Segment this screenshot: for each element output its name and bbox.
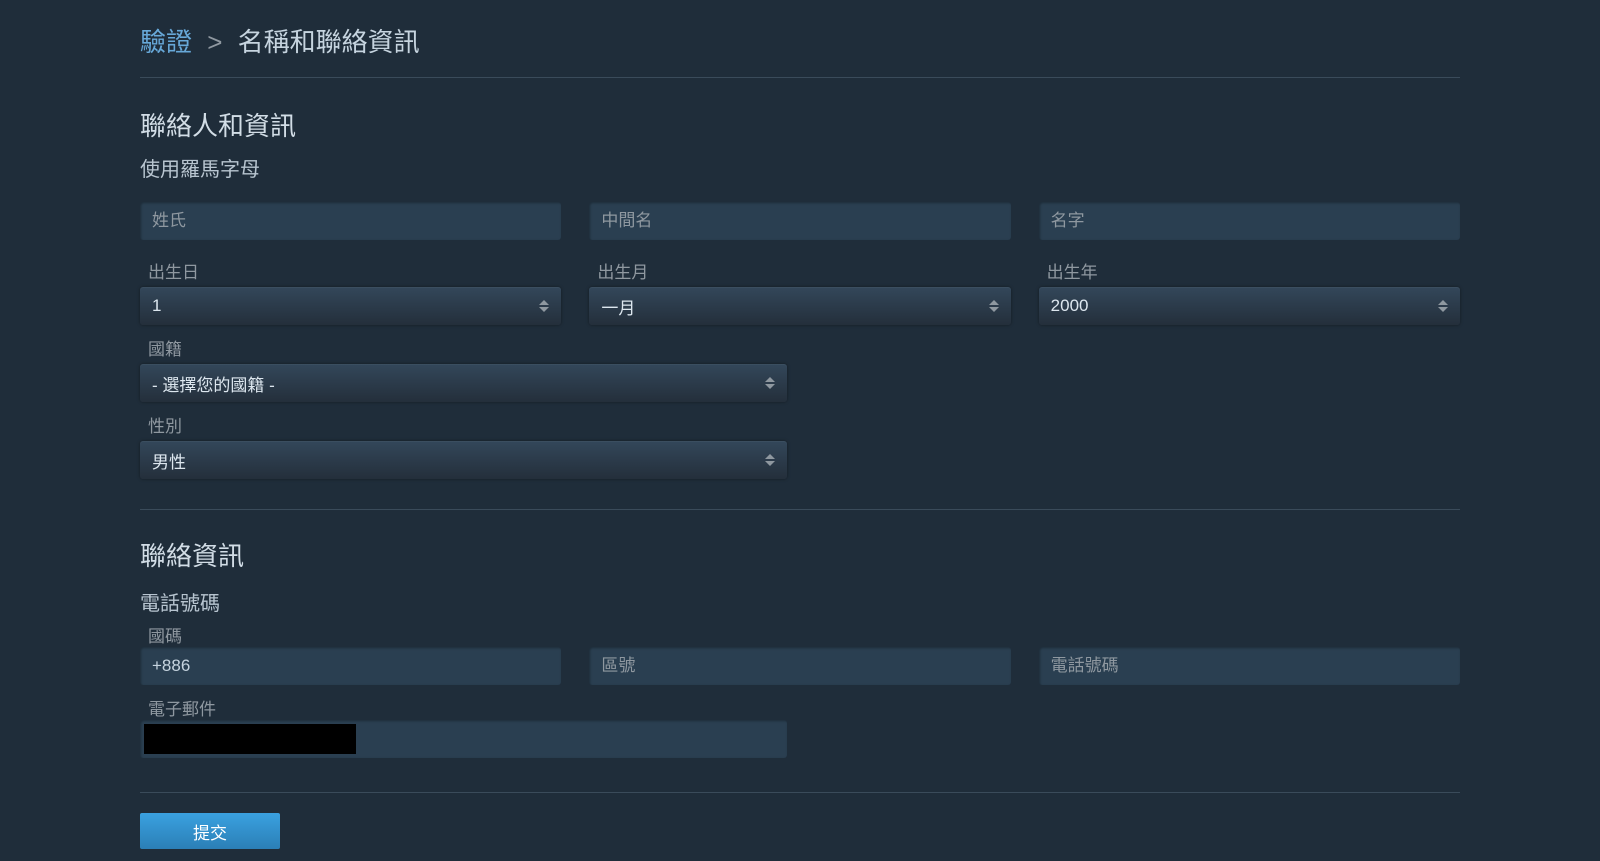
- dob-month-value: 一月: [601, 294, 635, 319]
- first-name-input[interactable]: [1039, 202, 1460, 240]
- gender-value: 男性: [152, 448, 186, 473]
- email-label: 電子郵件: [148, 695, 787, 720]
- select-arrows-icon: [765, 454, 775, 466]
- dob-day-select[interactable]: 1: [140, 287, 561, 325]
- section-contact-details-title: 聯絡資訊: [140, 536, 1460, 573]
- last-name-input[interactable]: [140, 202, 561, 240]
- nationality-value: - 選擇您的國籍 -: [152, 371, 275, 396]
- section-contact-info-subtitle: 使用羅馬字母: [140, 153, 1460, 182]
- select-arrows-icon: [989, 300, 999, 312]
- area-code-input[interactable]: [589, 647, 1010, 685]
- phone-section-label: 電話號碼: [140, 587, 1460, 616]
- dob-year-select[interactable]: 2000: [1039, 287, 1460, 325]
- gender-select[interactable]: 男性: [140, 441, 787, 479]
- country-code-label: 國碼: [148, 622, 561, 647]
- breadcrumb-current: 名稱和聯絡資訊: [238, 27, 420, 57]
- section-contact-info-title: 聯絡人和資訊: [140, 106, 1460, 143]
- middle-name-input[interactable]: [589, 202, 1010, 240]
- breadcrumb-link-verify[interactable]: 驗證: [140, 27, 192, 57]
- breadcrumb: 驗證 > 名稱和聯絡資訊: [140, 22, 1460, 78]
- dob-day-label: 出生日: [148, 258, 561, 283]
- nationality-label: 國籍: [148, 335, 787, 360]
- section-divider: [140, 792, 1460, 793]
- submit-button-label: 提交: [193, 819, 227, 844]
- section-divider: [140, 509, 1460, 510]
- email-redacted-value: [144, 724, 356, 754]
- dob-day-value: 1: [152, 296, 161, 316]
- dob-year-label: 出生年: [1047, 258, 1460, 283]
- dob-year-value: 2000: [1051, 296, 1089, 316]
- phone-number-input[interactable]: [1039, 647, 1460, 685]
- submit-button[interactable]: 提交: [140, 813, 280, 849]
- country-code-input[interactable]: [140, 647, 561, 685]
- breadcrumb-separator: >: [207, 27, 222, 57]
- dob-month-select[interactable]: 一月: [589, 287, 1010, 325]
- select-arrows-icon: [1438, 300, 1448, 312]
- email-input[interactable]: [140, 720, 787, 758]
- select-arrows-icon: [765, 377, 775, 389]
- dob-month-label: 出生月: [597, 258, 1010, 283]
- gender-label: 性別: [148, 412, 787, 437]
- select-arrows-icon: [539, 300, 549, 312]
- nationality-select[interactable]: - 選擇您的國籍 -: [140, 364, 787, 402]
